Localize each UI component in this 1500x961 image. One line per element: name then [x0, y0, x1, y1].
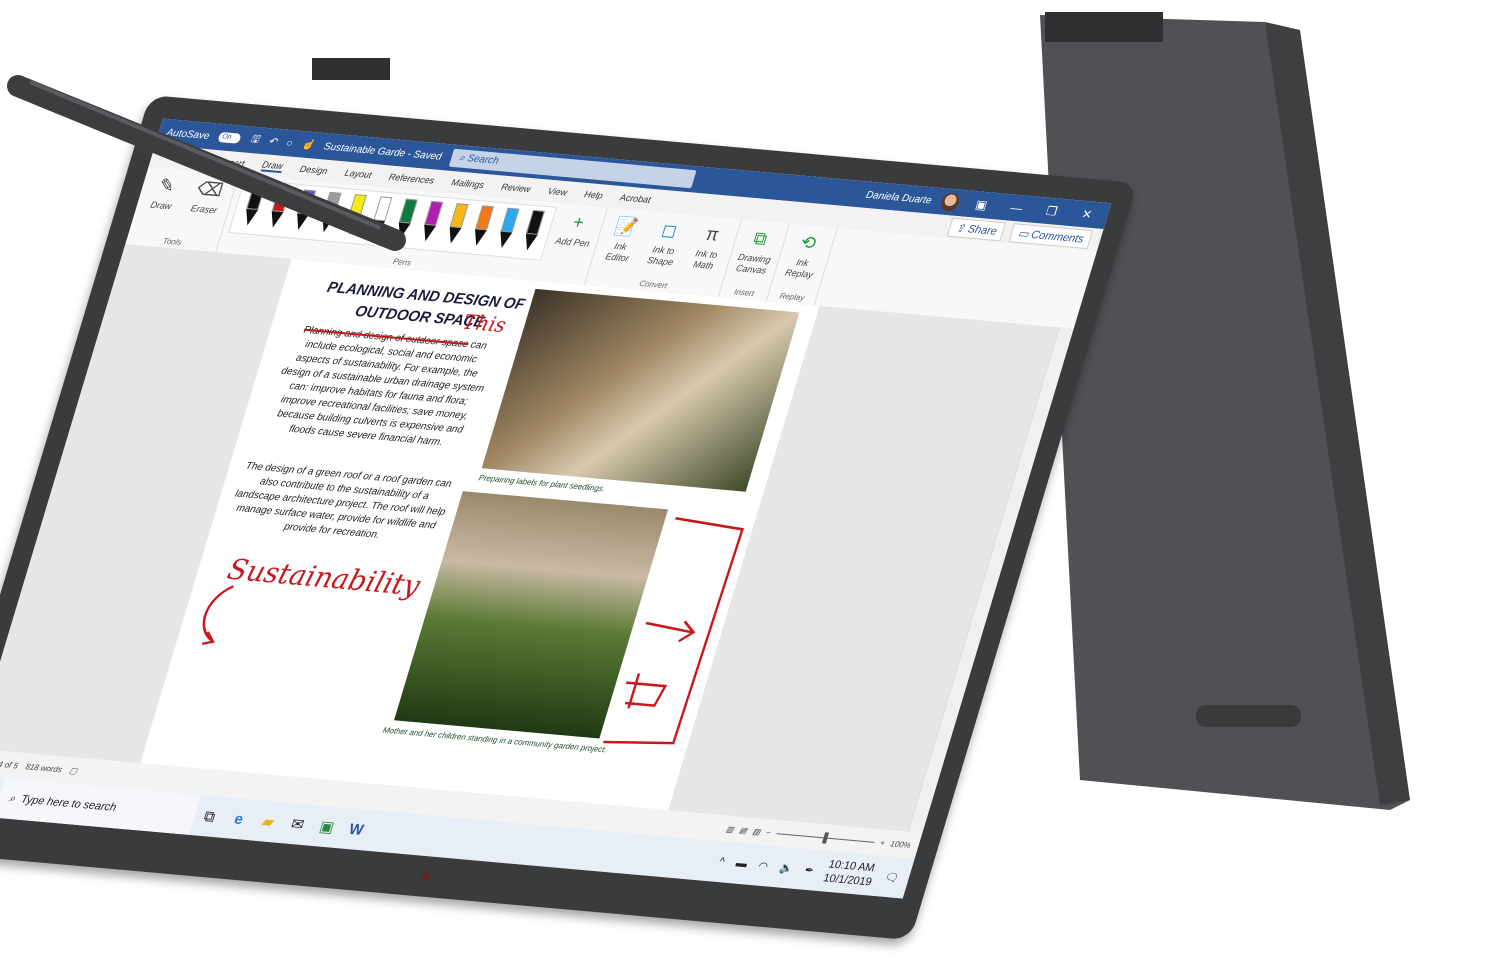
stylus [7, 75, 406, 251]
stylus-pen [7, 75, 406, 251]
stylus-highlight [29, 80, 381, 230]
